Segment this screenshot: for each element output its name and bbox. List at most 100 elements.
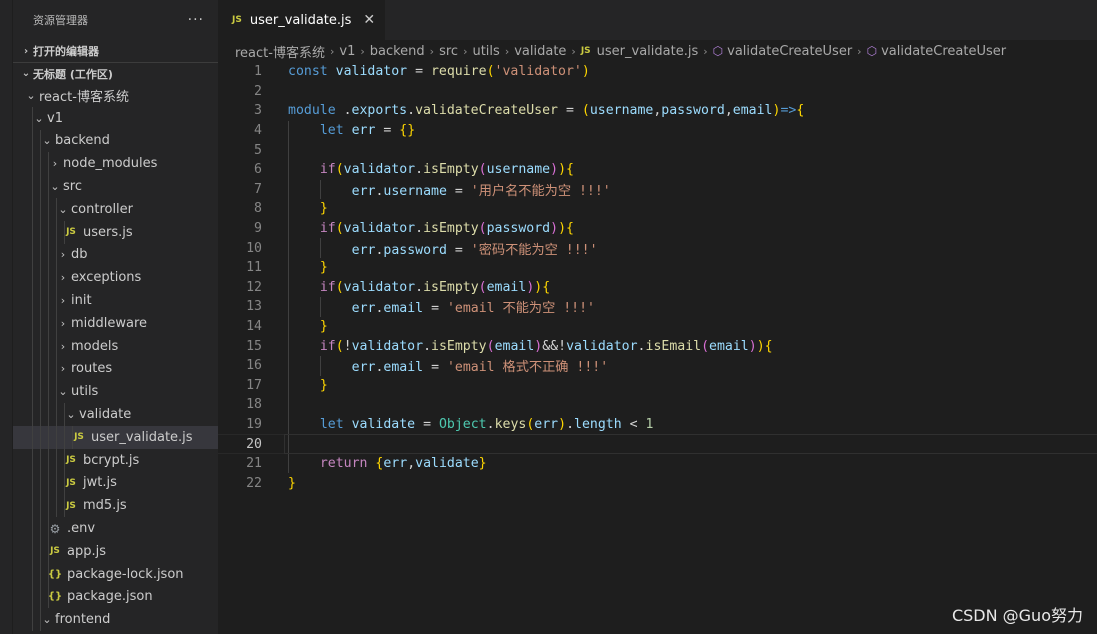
tree-folder[interactable]: › models (13, 334, 218, 358)
tree-item-label: users.js (83, 224, 133, 240)
line-number: 5 (254, 142, 262, 158)
tree-file[interactable]: JS jwt.js (13, 471, 218, 495)
indent-guide (40, 243, 41, 267)
code-line[interactable]: 10 err.password = '密码不能为空 !!!' (218, 238, 1097, 258)
code-line[interactable]: 4 let err = {} (218, 120, 1097, 141)
code-text: let err = {} (319, 123, 416, 139)
tab-bar: JS user_validate.js ✕ (218, 0, 1097, 40)
indent-guide (64, 471, 65, 495)
line-number: 18 (246, 397, 262, 413)
tree-folder[interactable]: ⌄ frontend (13, 608, 218, 632)
code-line[interactable]: 14 } (218, 316, 1097, 337)
breadcrumb-item[interactable]: src (439, 44, 458, 59)
chevron-right-icon: › (60, 294, 66, 308)
code-editor[interactable]: 1 const validator = require('validator') 2… (218, 62, 1097, 493)
tree-item-label: exceptions (71, 270, 142, 286)
ellipsis-icon[interactable]: ··· (188, 12, 204, 28)
code-line[interactable]: 13 err.email = 'email 不能为空 !!!' (218, 297, 1097, 317)
indent-guide (40, 403, 41, 426)
tab-label: user_validate.js (249, 12, 352, 28)
indent-guide (56, 197, 57, 221)
workspace-section[interactable]: ⌄ 无标题 (工作区) (13, 62, 218, 84)
tree-folder[interactable]: ⌄ backend (13, 129, 218, 153)
breadcrumb-item[interactable]: utils (472, 44, 499, 59)
tree-folder[interactable]: › middleware (13, 311, 218, 335)
open-editors-section[interactable]: › 打开的编辑器 (13, 40, 218, 62)
breadcrumb-item[interactable]: backend (370, 44, 425, 59)
code-line[interactable]: 7 err.username = '用户名不能为空 !!!' (218, 179, 1097, 200)
code-line[interactable]: 5 (218, 140, 1097, 160)
close-icon[interactable]: ✕ (363, 12, 375, 28)
js-file-icon: JS (50, 546, 60, 557)
tree-file[interactable]: JS users.js (13, 220, 218, 244)
indent-guide (64, 403, 65, 426)
breadcrumb-item[interactable]: validate (514, 44, 566, 59)
code-line[interactable]: 8 } (218, 199, 1097, 219)
tree-file[interactable]: ⚙ .env (13, 517, 218, 540)
indent-guide (32, 175, 33, 198)
line-number: 17 (246, 377, 262, 393)
tree-folder[interactable]: ⌄ src (13, 175, 218, 198)
tree-folder[interactable]: ⌄ v1 (13, 106, 218, 130)
line-number: 4 (254, 123, 262, 139)
tree-file[interactable]: {} package-lock.json (13, 562, 218, 586)
code-line[interactable]: 18 (218, 395, 1097, 415)
line-number: 21 (246, 456, 262, 472)
code-text: err.email = 'email 不能为空 !!!' (351, 301, 595, 317)
breadcrumb-item[interactable]: user_validate.js (597, 44, 699, 59)
indent-guide (64, 425, 65, 449)
tree-folder[interactable]: › exceptions (13, 266, 218, 290)
explorer-header: 资源管理器 ··· (13, 0, 218, 40)
tree-file[interactable]: JS md5.js (13, 494, 218, 518)
tree-folder[interactable]: ⌄ utils (13, 380, 218, 404)
tree-folder[interactable]: › routes (13, 357, 218, 381)
line-number: 11 (246, 260, 262, 276)
indent-guide (40, 517, 41, 540)
tree-file[interactable]: JS user_validate.js (13, 425, 218, 449)
tree-folder[interactable]: ⌄ validate (13, 403, 218, 426)
code-line[interactable]: 19 let validate = Object.keys(err).lengt… (218, 414, 1097, 435)
code-line[interactable]: 22} (218, 473, 1097, 493)
code-line[interactable]: 1 const validator = require('validator') (218, 62, 1097, 82)
code-line[interactable]: 20 (218, 434, 1097, 454)
tree-file[interactable]: JS bcrypt.js (13, 448, 218, 472)
code-line[interactable]: 17 } (218, 375, 1097, 396)
tree-folder[interactable]: › init (13, 289, 218, 312)
tree-folder[interactable]: ⌄ controller (13, 197, 218, 221)
tree-item-label: package.json (67, 589, 153, 605)
chevron-down-icon: ⌄ (50, 180, 60, 194)
tree-folder[interactable]: › node_modules (13, 152, 218, 176)
code-line[interactable]: 11 } (218, 257, 1097, 278)
tree-file[interactable]: {} package.json (13, 585, 218, 609)
code-line[interactable]: 3 module .exports.validateCreateUser = (u… (218, 101, 1097, 121)
indent-guide (56, 448, 57, 472)
tree-item-label: validate (79, 407, 132, 423)
breadcrumb-item[interactable]: v1 (339, 44, 355, 59)
code-line[interactable]: 9 if(validator.isEmpty(password)){ (218, 218, 1097, 239)
code-line[interactable]: 12 if(validator.isEmpty(email)){ (218, 277, 1097, 298)
tree-file[interactable]: JS app.js (13, 539, 218, 563)
tree-item-label: md5.js (83, 498, 127, 514)
indent-guide (40, 311, 41, 335)
indent-guide (48, 289, 49, 312)
indent-guide (32, 197, 33, 221)
indent-guide (288, 435, 289, 453)
breadcrumb: react-博客系统 › v1 › backend › src › utils … (218, 40, 1097, 62)
indent-guide (56, 380, 57, 404)
code-line[interactable]: 2 (218, 82, 1097, 102)
code-line[interactable]: 15 if(!validator.isEmpty(email)&&!valida… (218, 336, 1097, 356)
code-line[interactable]: 6 if(validator.isEmpty(username)){ (218, 159, 1097, 180)
breadcrumb-item[interactable]: validateCreateUser (727, 44, 852, 59)
breadcrumb-item[interactable]: react-博客系统 (235, 42, 325, 61)
code-line[interactable]: 16 err.email = 'email 格式不正确 !!!' (218, 355, 1097, 376)
breadcrumb-item[interactable]: validateCreateUser (881, 44, 1006, 59)
line-number: 10 (246, 240, 262, 256)
tree-folder[interactable]: › db (13, 243, 218, 267)
code-line[interactable]: 21 return {err,validate} (218, 453, 1097, 474)
line-number: 20 (246, 436, 262, 452)
tree-folder[interactable]: ⌄ react-博客系统 (13, 84, 218, 107)
tab-user-validate[interactable]: JS user_validate.js ✕ (218, 0, 386, 40)
code-text: if(validator.isEmpty(email)){ (319, 279, 551, 295)
indent-guide (32, 334, 33, 358)
indent-guide (40, 425, 41, 449)
